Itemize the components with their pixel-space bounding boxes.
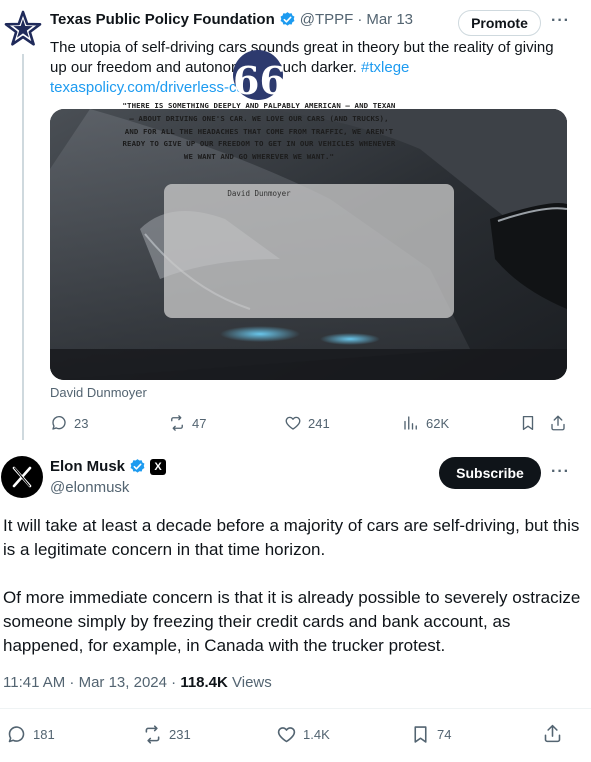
more-options-icon[interactable]: ··· xyxy=(551,12,570,30)
hashtag-link[interactable]: #txlege xyxy=(361,59,409,76)
tweet-timestamp[interactable]: 11:41 AM · Mar 13, 2024 · xyxy=(3,674,180,691)
author-name[interactable]: Elon Musk xyxy=(50,458,125,475)
tweet-metadata: 11:41 AM · Mar 13, 2024 · 118.4K Views xyxy=(3,674,272,691)
quote-card-author: David Dunmoyer xyxy=(227,189,291,198)
tweet-paragraph: It will take at least a decade before a … xyxy=(3,516,580,559)
bookmark-icon xyxy=(522,415,534,431)
bookmark-icon xyxy=(414,726,427,743)
main-tweet-header: Elon Musk X xyxy=(50,458,167,475)
tweet-body: The utopia of self-driving cars sounds g… xyxy=(50,39,554,76)
repost-icon xyxy=(145,725,160,744)
quote-card-text: "THERE IS SOMETHING DEEPLY AND PALPABLY … xyxy=(122,101,396,162)
reply-button[interactable]: 23 xyxy=(50,414,88,432)
reply-icon xyxy=(8,726,25,743)
repost-button[interactable]: 47 xyxy=(168,414,206,432)
quote-card xyxy=(164,184,454,318)
quoted-tweet-text: The utopia of self-driving cars sounds g… xyxy=(50,38,560,98)
repost-icon xyxy=(171,415,183,431)
author-name[interactable]: Texas Public Policy Foundation xyxy=(50,11,275,28)
share-button[interactable] xyxy=(542,723,563,744)
reply-count: 23 xyxy=(74,415,89,431)
tppf-star-logo[interactable] xyxy=(4,10,42,48)
reply-count: 181 xyxy=(33,727,55,742)
share-icon xyxy=(551,415,565,431)
quoted-tweet-header: Texas Public Policy Foundation @TPPF · M… xyxy=(50,11,413,28)
bookmark-button[interactable] xyxy=(519,414,537,432)
quoted-tweet[interactable]: Texas Public Policy Foundation @TPPF · M… xyxy=(0,0,591,440)
tweet-date[interactable]: Mar 13 xyxy=(366,11,413,28)
like-count: 241 xyxy=(308,415,330,431)
reply-icon xyxy=(52,415,66,430)
verified-badge-icon xyxy=(280,12,295,26)
repost-count: 47 xyxy=(192,415,207,431)
tweet-paragraph: Of more immediate concern is that it is … xyxy=(3,588,581,655)
views-count: 62K xyxy=(426,415,450,431)
heart-icon xyxy=(285,416,301,430)
bookmark-button[interactable]: 74 xyxy=(410,724,451,745)
share-button[interactable] xyxy=(549,414,567,432)
x-logo-icon xyxy=(12,466,32,488)
media-caption: David Dunmoyer xyxy=(50,385,147,400)
share-icon xyxy=(544,724,561,743)
main-tweet-text: It will take at least a decade before a … xyxy=(3,514,583,682)
repost-count: 231 xyxy=(169,727,191,742)
author-handle[interactable]: @TPPF xyxy=(300,11,354,28)
repost-button[interactable]: 231 xyxy=(142,724,191,745)
divider xyxy=(0,708,591,709)
verified-badge-icon xyxy=(130,459,145,473)
like-button[interactable]: 1.4K xyxy=(276,724,330,745)
like-count: 1.4K xyxy=(303,727,330,742)
author-handle[interactable]: @elonmusk xyxy=(50,479,129,496)
more-options-icon[interactable]: ··· xyxy=(551,463,570,481)
thread-line xyxy=(22,54,24,440)
views-button[interactable]: 62K xyxy=(402,414,449,432)
subscribe-button[interactable]: Subscribe xyxy=(439,457,541,489)
avatar[interactable] xyxy=(1,456,43,498)
heart-icon xyxy=(277,727,296,743)
like-button[interactable]: 241 xyxy=(284,414,330,432)
affiliation-badge-icon[interactable]: X xyxy=(150,458,167,475)
separator-dot: · xyxy=(357,11,363,28)
quote-mark-icon: 66 xyxy=(233,50,286,103)
views-label: Views xyxy=(227,674,272,691)
reply-button[interactable]: 181 xyxy=(6,724,55,745)
bookmark-count: 74 xyxy=(437,727,452,742)
promote-button[interactable]: Promote xyxy=(458,10,541,36)
views-count: 118.4K xyxy=(180,674,228,691)
views-icon xyxy=(404,416,417,430)
